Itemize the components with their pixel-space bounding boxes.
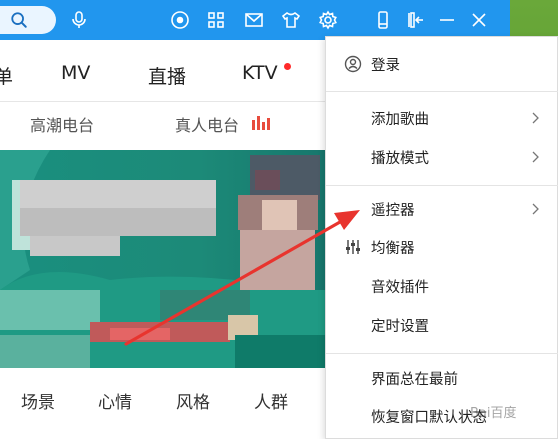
search-box[interactable]: [0, 6, 56, 34]
tshirt-skin-icon[interactable]: [280, 9, 302, 31]
settings-dropdown-menu: 登录 添加歌曲 播放模式 遥控器 均衡器 音效插件 定时设置 界面总在最前 恢复…: [325, 36, 558, 439]
close-icon[interactable]: [468, 9, 490, 31]
play-circle-icon[interactable]: [169, 9, 191, 31]
tag-mood[interactable]: 心情: [98, 388, 132, 413]
search-icon[interactable]: [10, 11, 28, 29]
menu-item-add-song[interactable]: 添加歌曲: [326, 99, 558, 137]
nav-item-ktv[interactable]: KTV: [242, 62, 278, 84]
mini-mode-icon[interactable]: [404, 9, 426, 31]
watermark: Bai百度: [470, 406, 517, 421]
chevron-right-icon: [532, 203, 539, 215]
pixelated-banner-art: [0, 150, 330, 368]
title-bar: [0, 0, 510, 40]
notification-dot: [284, 63, 291, 70]
phone-icon[interactable]: [372, 9, 394, 31]
chevron-right-icon: [532, 151, 539, 163]
menu-item-equalizer[interactable]: 均衡器: [326, 228, 558, 266]
equalizer-icon: [346, 240, 360, 254]
minimize-icon[interactable]: [436, 9, 458, 31]
chevron-right-icon: [532, 112, 539, 124]
main-nav: 单 MV 直播 KTV: [0, 52, 330, 100]
equalizer-bars-icon: [252, 116, 270, 130]
nav-item-mv[interactable]: MV: [61, 62, 90, 84]
gear-icon[interactable]: [317, 9, 339, 31]
nav-item-list[interactable]: 单: [0, 62, 13, 89]
menu-item-login[interactable]: 登录: [326, 45, 558, 83]
grid-apps-icon[interactable]: [205, 9, 227, 31]
tag-crowd[interactable]: 人群: [254, 388, 288, 413]
menu-divider: [326, 91, 558, 92]
menu-item-remote[interactable]: 遥控器: [326, 190, 558, 228]
menu-item-effects-plugin[interactable]: 音效插件: [326, 267, 558, 305]
subnav-item-live-radio[interactable]: 真人电台: [175, 112, 239, 136]
mail-icon[interactable]: [243, 9, 265, 31]
subnav-item-highlight-radio[interactable]: 高潮电台: [30, 112, 94, 136]
menu-divider: [326, 185, 558, 186]
mic-icon[interactable]: [68, 9, 90, 31]
menu-item-always-on-top[interactable]: 界面总在最前: [326, 359, 558, 397]
tag-style[interactable]: 风格: [176, 388, 210, 413]
nav-item-live[interactable]: 直播: [148, 62, 186, 89]
menu-item-restore-window[interactable]: 恢复窗口默认状态: [326, 397, 558, 435]
menu-item-timer[interactable]: 定时设置: [326, 306, 558, 344]
user-icon: [344, 55, 362, 73]
tag-scene[interactable]: 场景: [21, 388, 55, 413]
menu-item-play-mode[interactable]: 播放模式: [326, 138, 558, 176]
banner-image[interactable]: [0, 150, 330, 368]
menu-divider: [326, 353, 558, 354]
divider: [0, 101, 330, 102]
category-tags: 场景 心情 风格 人群: [0, 380, 330, 420]
